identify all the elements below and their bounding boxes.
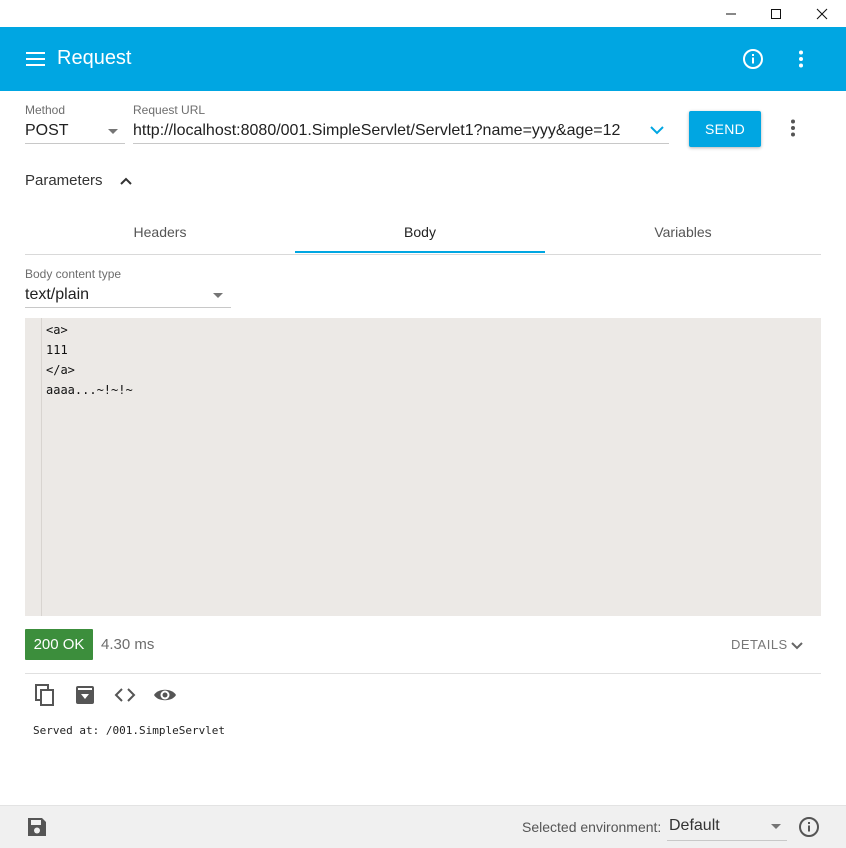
request-more-icon[interactable]	[781, 116, 805, 140]
footer-bar: Selected environment: Default	[0, 805, 846, 848]
maximize-button[interactable]	[753, 0, 799, 27]
chevron-up-icon[interactable]	[118, 173, 134, 189]
method-underline	[25, 143, 125, 144]
environment-select[interactable]: Default	[669, 817, 720, 835]
tab-headers[interactable]: Headers	[25, 212, 295, 252]
hamburger-menu-icon[interactable]	[26, 51, 46, 67]
app-bar: Request	[0, 27, 846, 91]
status-badge: 200 OK	[25, 629, 93, 660]
method-select[interactable]: POST	[25, 122, 69, 140]
url-label: Request URL	[133, 103, 206, 117]
code-view-icon[interactable]	[113, 683, 137, 707]
environment-dropdown-icon[interactable]	[771, 824, 781, 829]
url-history-chevron-down-icon[interactable]	[648, 123, 666, 137]
response-divider	[25, 673, 821, 674]
method-dropdown-icon[interactable]	[108, 129, 118, 134]
close-icon	[816, 8, 828, 19]
minimize-button[interactable]	[708, 0, 754, 27]
more-vert-icon[interactable]	[789, 47, 813, 71]
active-tab-indicator	[295, 251, 545, 253]
minimize-icon	[726, 13, 736, 14]
editor-line: </a>	[46, 363, 75, 377]
editor-line: aaaa...~!~!~	[46, 383, 133, 397]
save-icon[interactable]	[26, 816, 48, 838]
window-titlebar	[0, 0, 846, 27]
content-type-underline	[25, 307, 231, 308]
environment-label: Selected environment:	[522, 819, 662, 835]
info-icon[interactable]	[797, 815, 821, 839]
body-content-type-select[interactable]: text/plain	[25, 286, 89, 304]
chevron-down-icon[interactable]	[789, 638, 805, 654]
preview-eye-icon[interactable]	[153, 683, 177, 707]
body-content-type-label: Body content type	[25, 267, 122, 281]
page-title: Request	[57, 47, 132, 69]
response-timing: 4.30 ms	[101, 636, 155, 653]
method-label: Method	[25, 103, 66, 117]
info-icon[interactable]	[741, 47, 765, 71]
editor-gutter	[25, 318, 42, 616]
editor-line: 111	[46, 343, 68, 357]
content-type-dropdown-icon[interactable]	[213, 293, 223, 298]
parameters-tabs: Headers Body Variables	[25, 212, 821, 255]
tab-body[interactable]: Body	[295, 212, 545, 252]
editor-line: <a>	[46, 323, 68, 337]
url-input[interactable]: http://localhost:8080/001.SimpleServlet/…	[133, 122, 620, 140]
url-underline	[133, 143, 669, 144]
body-editor[interactable]: <a> 111 </a> aaaa...~!~!~	[25, 318, 821, 616]
maximize-icon	[771, 8, 781, 19]
details-toggle[interactable]: DETAILS	[731, 637, 788, 652]
send-button[interactable]: SEND	[689, 111, 761, 147]
tab-variables[interactable]: Variables	[545, 212, 821, 252]
save-response-icon[interactable]	[73, 683, 97, 707]
parameters-toggle[interactable]: Parameters	[25, 172, 103, 189]
environment-underline	[667, 840, 787, 841]
response-body: Served at: /001.SimpleServlet	[33, 724, 226, 737]
close-button[interactable]	[799, 0, 845, 27]
copy-icon[interactable]	[33, 683, 57, 707]
